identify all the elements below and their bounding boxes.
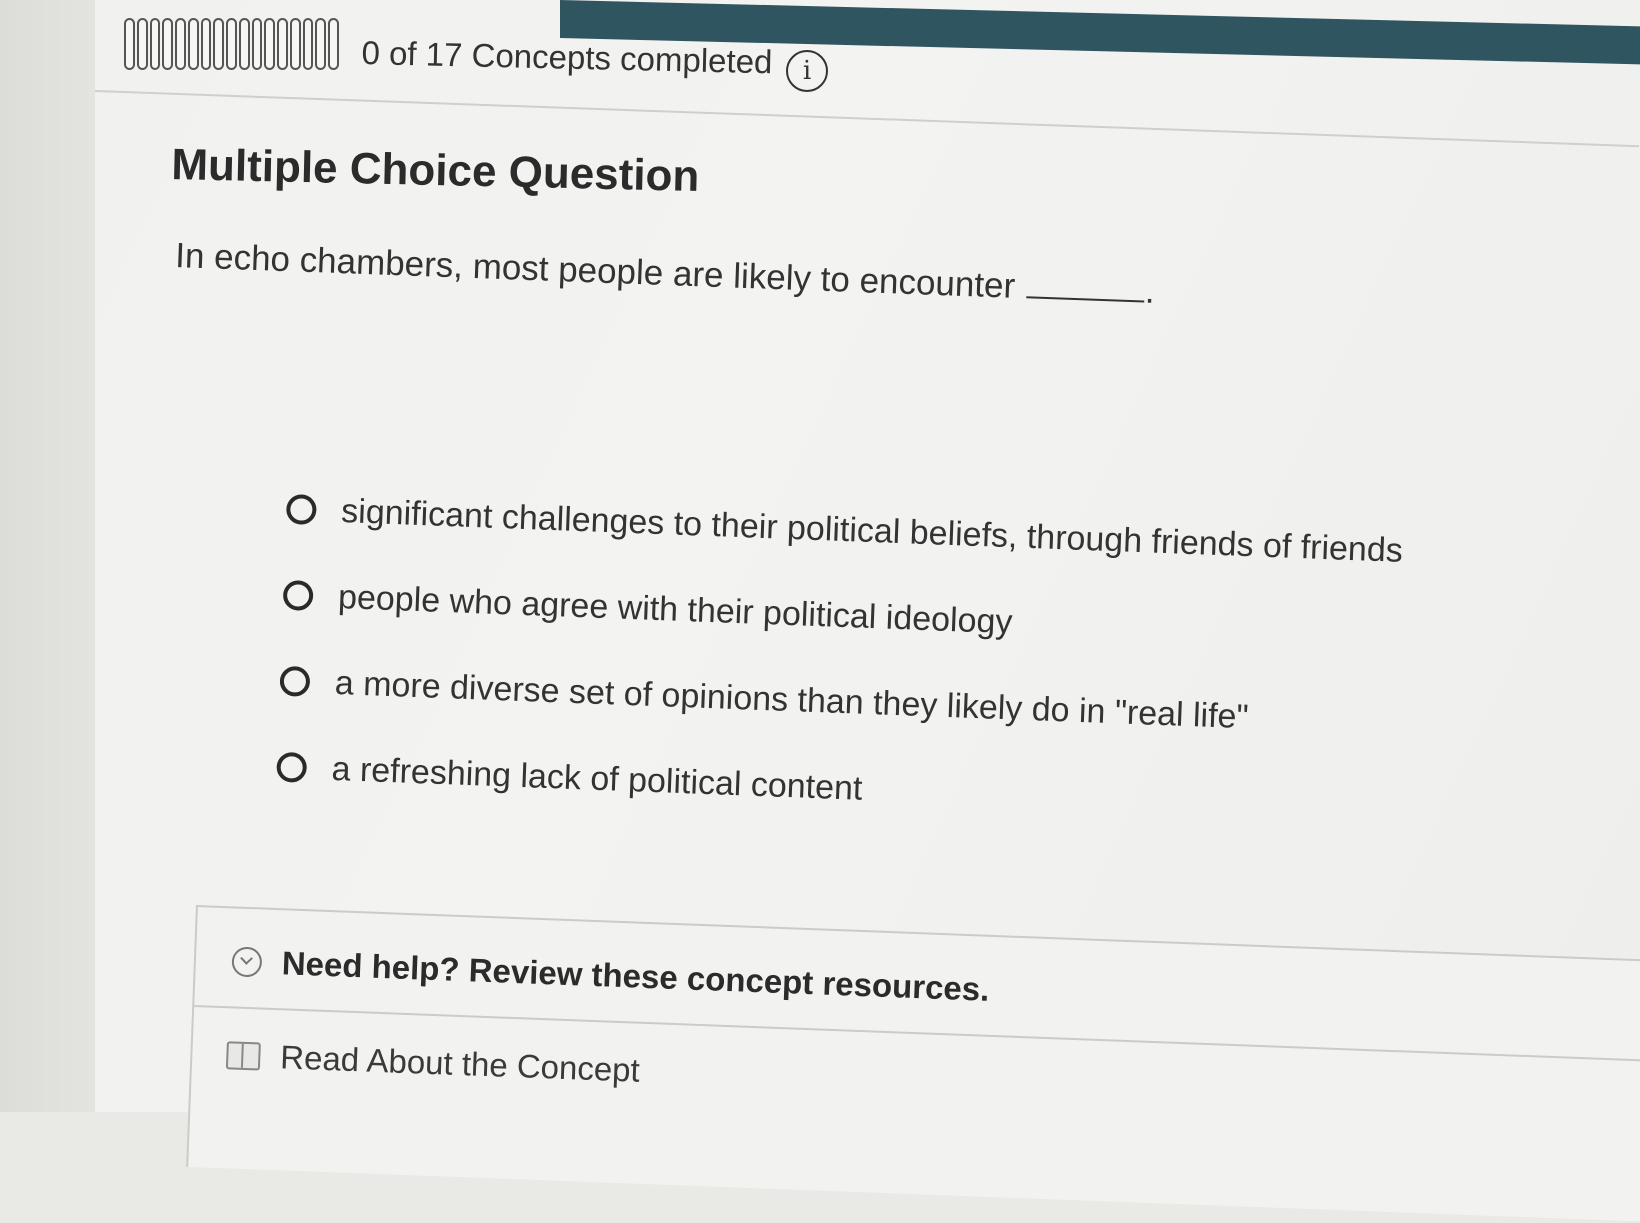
answer-options: significant challenges to their politica… — [275, 466, 1404, 852]
concept-progress-bar — [124, 18, 340, 70]
progress-segment — [277, 18, 288, 70]
progress-segment — [264, 18, 276, 70]
radio-button[interactable] — [282, 579, 314, 612]
radio-button[interactable] — [276, 751, 308, 783]
answer-option-label[interactable]: a more diverse set of opinions than they… — [334, 663, 1249, 736]
progress-segment — [302, 18, 314, 70]
progress-segment — [175, 18, 186, 70]
progress-segment — [200, 18, 212, 70]
progress-segment — [328, 18, 340, 70]
read-concept-link[interactable]: Read About the Concept — [225, 1036, 641, 1089]
chevron-down-icon[interactable] — [231, 946, 263, 978]
read-concept-label[interactable]: Read About the Concept — [280, 1038, 641, 1089]
progress-segment — [162, 18, 174, 70]
answer-option-label[interactable]: significant challenges to their politica… — [341, 492, 1404, 571]
progress-segment — [226, 18, 237, 70]
radio-button[interactable] — [279, 665, 311, 697]
progress-segment — [149, 18, 161, 70]
progress-segment — [124, 18, 135, 70]
progress-segment — [315, 18, 327, 70]
answer-option-label[interactable]: people who agree with their political id… — [337, 577, 1013, 641]
progress-segment — [136, 18, 148, 70]
radio-button[interactable] — [285, 493, 317, 526]
progress-segment — [238, 18, 250, 70]
answer-blank — [1026, 296, 1145, 303]
info-icon[interactable]: i — [786, 50, 828, 92]
help-toggle[interactable]: Need help? Review these concept resource… — [231, 942, 990, 1008]
answer-option-label[interactable]: a refreshing lack of political content — [331, 749, 863, 808]
progress-segment — [213, 18, 225, 70]
question-prompt-end: . — [1144, 271, 1156, 311]
book-icon — [225, 1041, 261, 1071]
concept-resources-panel: Need help? Review these concept resource… — [186, 905, 1640, 1223]
progress-segment — [251, 18, 263, 70]
help-title[interactable]: Need help? Review these concept resource… — [281, 944, 990, 1009]
progress-segment — [187, 18, 199, 70]
progress-segment — [289, 18, 301, 70]
